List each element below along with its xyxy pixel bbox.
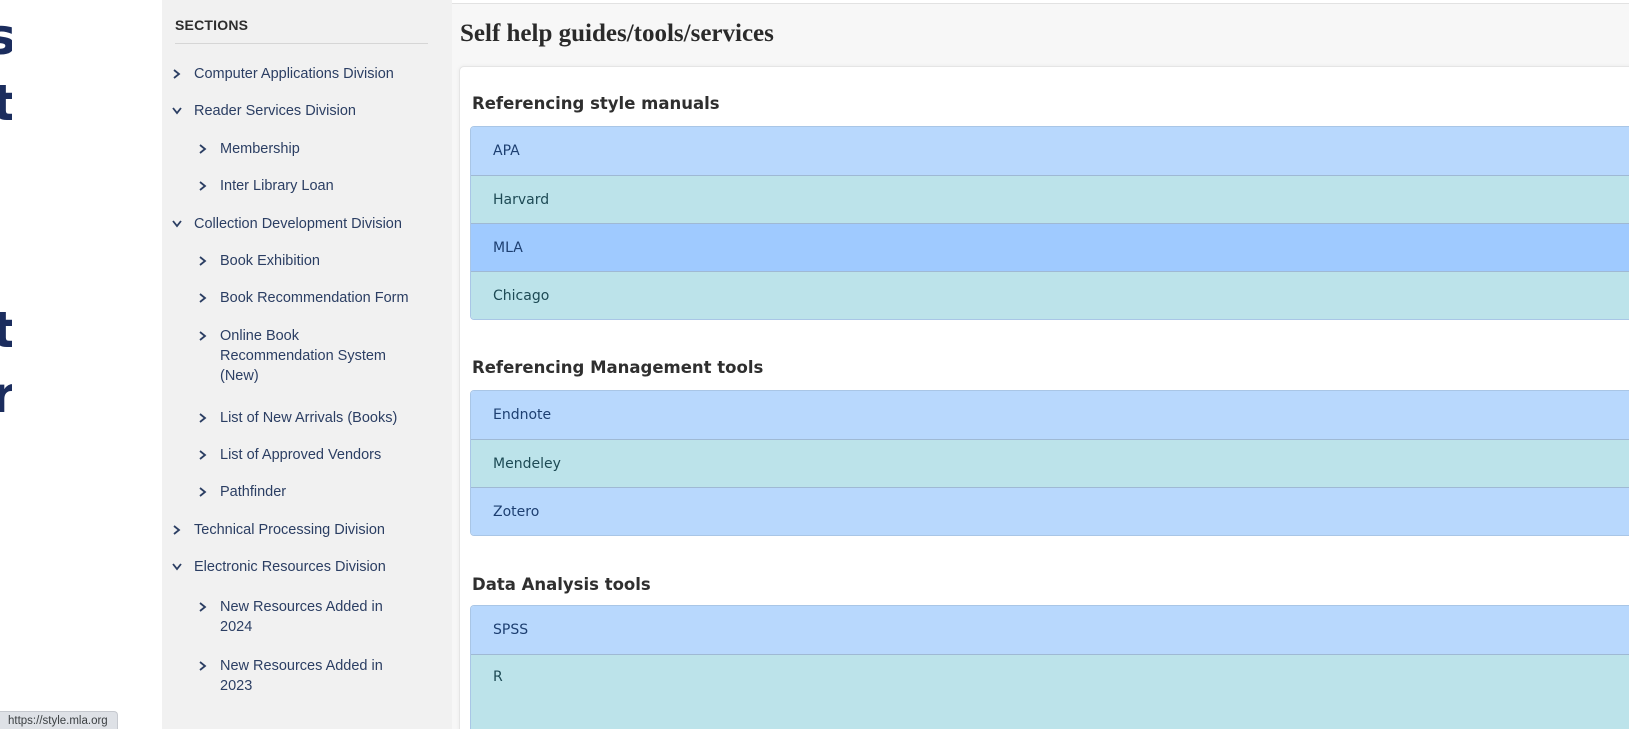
group-title-data-analysis: Data Analysis tools [472,575,651,594]
chevron-right-icon [198,482,220,497]
sidebar-item-label: Book Exhibition [220,253,320,269]
edge-glyph: t [0,301,12,359]
sidebar-item-label: Collection Development Division [194,216,402,232]
sidebar-item-new-arrivals[interactable]: List of New Arrivals (Books) [198,408,430,428]
group-title-management-tools: Referencing Management tools [472,358,764,377]
sidebar-item-label: List of New Arrivals (Books) [220,410,398,426]
chevron-down-icon [172,214,194,228]
chevron-right-icon [198,251,220,266]
previous-page-edge: s t t r [0,0,12,729]
list-item-endnote[interactable]: Endnote [471,391,1629,439]
chevron-right-icon [198,408,220,423]
sidebar-item-label: List of Approved Vendors [220,447,382,463]
chevron-right-icon [172,64,194,79]
sidebar-item-computer-applications[interactable]: Computer Applications Division [172,64,394,84]
list-item-spss[interactable]: SPSS [471,606,1629,654]
status-bar-url: https://style.mla.org [0,711,118,729]
sidebar-item-pathfinder[interactable]: Pathfinder [198,482,430,502]
edge-glyph: t [0,74,12,132]
sidebar-item-inter-library-loan[interactable]: Inter Library Loan [198,176,430,196]
list-data-analysis: SPSS R [470,605,1629,729]
divider [452,3,1629,4]
chevron-right-icon [198,656,220,671]
sidebar-item-label: Technical Processing Division [194,522,385,538]
sidebar-item-technical-processing[interactable]: Technical Processing Division [172,520,385,540]
chevron-right-icon [198,288,220,303]
chevron-right-icon [198,326,220,341]
sections-sidebar: SECTIONS Computer Applications Division … [162,0,452,729]
list-item-apa[interactable]: APA [471,127,1629,175]
sidebar-item-reader-services[interactable]: Reader Services Division [172,101,356,121]
group-title-style-manuals: Referencing style manuals [472,94,720,113]
sidebar-item-label: Book Recommendation Form [220,290,409,306]
sidebar-item-membership[interactable]: Membership [198,139,430,159]
list-item-chicago[interactable]: Chicago [471,271,1629,319]
chevron-right-icon [198,139,220,154]
chevron-right-icon [198,176,220,191]
sidebar-item-label: Membership [220,141,300,157]
sidebar-item-label: New Resources Added in 2024 [220,599,383,635]
page: s t t r SECTIONS Computer Applications D… [0,0,1629,729]
chevron-down-icon [172,101,194,115]
sidebar-item-label: Electronic Resources Division [194,559,386,575]
sidebar-item-electronic-resources[interactable]: Electronic Resources Division [172,557,386,577]
sidebar-item-collection-development[interactable]: Collection Development Division [172,214,402,234]
sections-heading: SECTIONS [175,17,428,44]
sidebar-item-label: Reader Services Division [194,103,356,119]
list-item-zotero[interactable]: Zotero [471,487,1629,535]
page-title: Self help guides/tools/services [460,20,774,47]
chevron-right-icon [172,520,194,535]
sidebar-item-new-resources-2024[interactable]: New Resources Added in 2024 [198,597,410,637]
chevron-right-icon [198,597,220,612]
sidebar-item-online-book-recommendation[interactable]: Online Book Recommendation System (New) [198,326,410,386]
edge-glyph: s [0,12,12,62]
sidebar-item-book-recommendation-form[interactable]: Book Recommendation Form [198,288,430,308]
list-item-mendeley[interactable]: Mendeley [471,439,1629,487]
chevron-down-icon [172,557,194,571]
list-item-r[interactable]: R [471,654,1629,729]
sidebar-item-label: Computer Applications Division [194,66,394,82]
edge-glyph: r [0,370,12,420]
sidebar-item-label: Online Book Recommendation System (New) [220,328,387,384]
list-management-tools: Endnote Mendeley Zotero [470,390,1629,536]
sidebar-item-book-exhibition[interactable]: Book Exhibition [198,251,430,271]
sidebar-item-approved-vendors[interactable]: List of Approved Vendors [198,445,430,465]
sidebar-item-new-resources-2023[interactable]: New Resources Added in 2023 [198,656,410,696]
list-style-manuals: APA Harvard MLA Chicago [470,126,1629,320]
sidebar-item-label: Inter Library Loan [220,178,334,194]
sidebar-item-label: New Resources Added in 2023 [220,658,383,694]
sidebar-item-label: Pathfinder [220,484,287,500]
list-item-harvard[interactable]: Harvard [471,175,1629,223]
list-item-mla[interactable]: MLA [471,223,1629,271]
chevron-right-icon [198,445,220,460]
